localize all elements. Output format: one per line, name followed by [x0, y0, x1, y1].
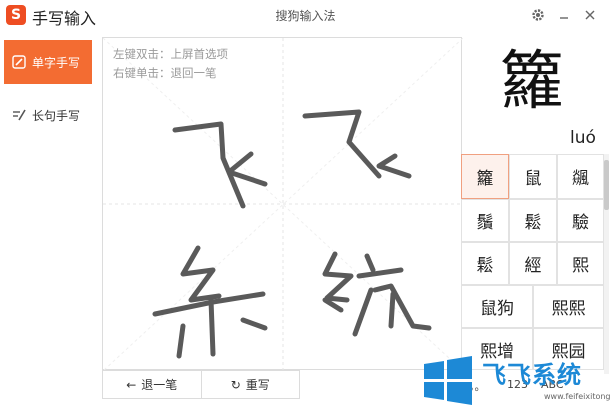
candidate-cell[interactable]: 熙: [557, 242, 604, 285]
sidebar-item-single-char[interactable]: 单字手写: [4, 40, 92, 84]
hint-double-click: 左键双击：上屏首选项: [113, 47, 228, 61]
candidate-cell[interactable]: 鬆: [509, 199, 557, 242]
title-bar: S 手写输入 搜狗输入法: [0, 0, 611, 30]
candidate-cell[interactable]: 經: [509, 242, 557, 285]
candidate-cell[interactable]: 驗: [557, 199, 604, 242]
hint-right-click: 右键单击：退回一笔: [113, 66, 217, 80]
candidate-cell[interactable]: 籮: [461, 154, 509, 199]
scrollbar-thumb[interactable]: [604, 160, 609, 210]
handwriting-pad[interactable]: 左键双击：上屏首选项 右键单击：退回一笔: [102, 37, 463, 371]
sidebar-item-label: 单字手写: [32, 55, 81, 70]
watermark: 飞飞系统 www.feifeixitong.com: [414, 352, 611, 409]
ink-strokes: [152, 109, 432, 359]
watermark-url: www.feifeixitong.com: [544, 392, 611, 401]
sidebar-item-sentence[interactable]: 长句手写: [4, 93, 92, 137]
pad-toolbar: ← 退一笔 ↻ 重写: [102, 370, 300, 399]
watermark-text: 飞飞系统: [482, 361, 582, 389]
candidate-cell[interactable]: 熙熙: [533, 285, 604, 328]
candidate-cell[interactable]: 鼠: [509, 154, 557, 199]
undo-stroke-button[interactable]: ← 退一笔: [103, 371, 202, 398]
close-icon[interactable]: [579, 4, 601, 26]
pencil-icon: [12, 55, 26, 69]
undo-label: 退一笔: [141, 378, 178, 392]
candidate-cell[interactable]: 鬚: [461, 199, 509, 242]
sentence-pen-icon: [12, 108, 26, 122]
preview-pinyin: luó: [570, 128, 596, 148]
arrow-left-icon: ←: [126, 377, 137, 392]
sidebar-item-label: 长句手写: [32, 108, 81, 123]
minimize-icon[interactable]: [553, 4, 575, 26]
pad-canvas: [103, 38, 463, 371]
windows-logo-icon: [424, 356, 472, 405]
gear-icon[interactable]: [527, 4, 549, 26]
rewrite-button[interactable]: ↻ 重写: [202, 371, 300, 398]
candidate-cell[interactable]: 鼠狗: [461, 285, 533, 328]
sidebar: 单字手写 长句手写: [0, 30, 100, 409]
preview-character: 籮: [500, 45, 564, 119]
candidate-cell[interactable]: 飊: [557, 154, 604, 199]
rewrite-label: 重写: [245, 378, 270, 392]
candidate-cell[interactable]: 鬆: [461, 242, 509, 285]
window-caption: 搜狗输入法: [275, 9, 336, 23]
refresh-icon: ↻: [230, 377, 241, 392]
